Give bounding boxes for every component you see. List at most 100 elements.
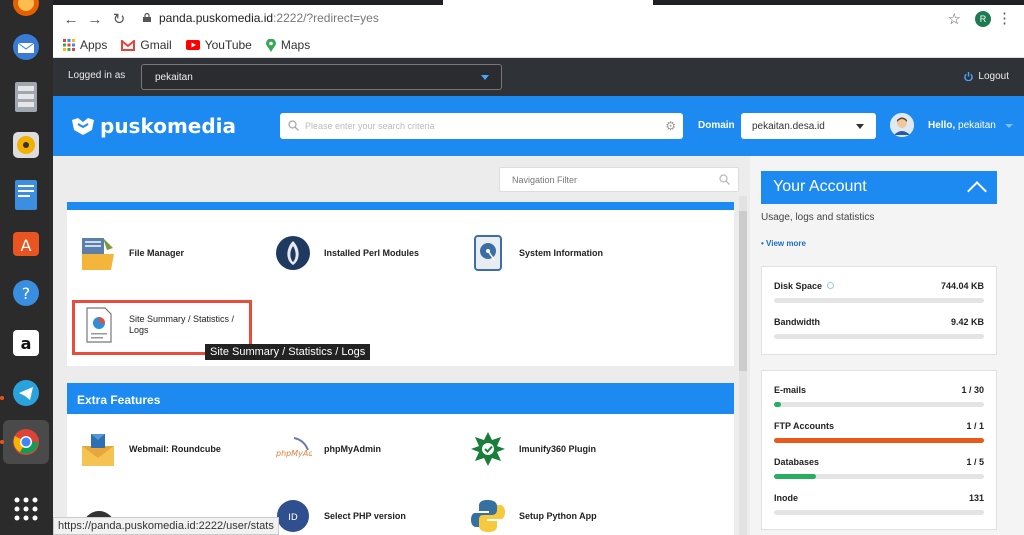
logged-in-label: Logged in as [68,70,126,81]
domain-label: Domain [698,120,735,131]
puskomedia-logo[interactable]: puskomedia [70,114,236,138]
your-account-title: Your Account [773,178,867,195]
navigation-filter-placeholder: Navigation Filter [512,175,578,185]
svg-text:A: A [21,236,32,255]
usage-subtitle: Usage, logs and statistics [761,212,875,223]
bookmark-apps[interactable]: Apps [63,38,107,52]
view-more-link[interactable]: • View more [761,239,806,248]
feature-imunify360-plugin[interactable]: Imunify360 Plugin [469,430,596,468]
ubuntu-dock: A ? a [0,0,53,535]
limits-card: E-mails 1 / 30 FTP Accounts 1 / 1 Database… [761,370,997,530]
progress-bar [774,438,984,443]
account-sidebar: Your Account Usage, logs and statistics … [750,156,1024,535]
your-account-header[interactable]: Your Account [761,171,997,204]
user-select-value: pekaitan [155,72,193,83]
address-bar[interactable]: panda.puskomedia.id:2222/?redirect=yes [159,11,379,25]
feature-select-php-version[interactable]: ID Select PHP version [274,497,406,535]
tooltip: Site Summary / Statistics / Logs [205,344,371,360]
reload-icon[interactable]: ↻ [107,10,131,28]
rhythmbox-icon[interactable] [9,128,43,162]
navigation-filter-input[interactable]: Navigation Filter [499,167,739,192]
user-menu[interactable]: Hello, pekaitan [928,120,1013,131]
user-select[interactable]: pekaitan [141,64,502,90]
hello-greeting: Hello, [928,120,956,131]
panel-header-bar [67,202,734,210]
progress-bar [774,510,984,515]
feature-installed-perl-modules[interactable]: Installed Perl Modules [274,234,419,272]
forward-icon[interactable]: → [83,11,107,28]
chevron-up-icon[interactable] [967,181,987,201]
chevron-down-icon [1004,124,1013,128]
feature-phpmyadmin[interactable]: phpMyAdmin phpMyAdmin [274,430,381,468]
files-icon[interactable] [9,80,43,114]
progress-bar [774,402,984,407]
profile-avatar[interactable]: R [975,11,991,27]
control-panel-header: puskomedia Please enter your search crit… [53,96,1024,156]
chevron-down-icon [481,75,489,80]
stat-emails: E-mails 1 / 30 [774,385,984,407]
bookmark-star-icon[interactable]: ☆ [948,10,961,28]
url-host: panda.puskomedia.id [159,11,274,25]
feature-file-manager[interactable]: File Manager [79,234,184,272]
feature-system-information[interactable]: System Information [469,234,603,272]
logout-button[interactable]: Logout [964,71,1009,82]
loading-spinner-icon [827,282,835,289]
status-bar-url: https://panda.puskomedia.id:2222/user/st… [53,517,279,535]
running-indicator [0,396,4,400]
extra-features-panel: Extra Features Webmail: Roundcube phpMyA… [67,383,734,535]
webmail-envelope-icon [79,430,117,468]
perl-onion-icon [274,234,312,272]
software-center-icon[interactable]: A [9,226,43,260]
domain-select[interactable]: pekaitan.desa.id [741,113,876,139]
stat-disk-space: Disk Space 744.04 KB [774,281,984,303]
amazon-icon[interactable]: a [9,326,43,360]
bookmark-gmail[interactable]: Gmail [121,38,172,52]
chrome-icon[interactable] [3,420,49,464]
feature-webmail-roundcube[interactable]: Webmail: Roundcube [79,430,221,468]
bookmark-maps[interactable]: Maps [265,38,310,52]
progress-bar [774,334,984,339]
search-placeholder: Please enter your search criteria [305,121,435,131]
telegram-icon[interactable] [9,376,43,410]
imunify-shield-icon [469,430,507,468]
progress-fill [774,474,816,479]
stat-ftp-accounts: FTP Accounts 1 / 1 [774,421,984,443]
svg-text:?: ? [22,284,31,303]
extra-features-title: Extra Features [67,383,734,414]
app-grid-icon[interactable] [9,492,43,526]
stat-inode: Inode 131 [774,493,984,515]
stat-databases: Databases 1 / 5 [774,457,984,479]
svg-text:phpMyAdmin: phpMyAdmin [275,449,312,458]
bookmarks-bar: Apps Gmail YouTube Maps [53,33,1024,58]
main-scrollbar[interactable] [739,196,747,535]
progress-bar [774,298,984,303]
progress-fill [774,438,984,443]
gear-icon[interactable]: ⚙ [665,119,676,133]
progress-fill [774,402,781,407]
avatar[interactable] [890,113,914,137]
svg-text:a: a [21,334,32,353]
firefox-icon[interactable] [9,0,43,20]
python-icon [469,497,507,535]
help-icon[interactable]: ? [9,276,43,310]
php-version-icon: ID [274,497,312,535]
gmail-icon [121,39,136,51]
feature-setup-python-app[interactable]: Setup Python App [469,497,597,535]
chevron-down-icon [856,124,864,129]
lock-icon [143,13,151,22]
browser-menu-icon[interactable]: ⋮ [997,9,1012,27]
back-icon[interactable]: ← [59,11,83,28]
main-scrollbar-thumb[interactable] [739,211,747,371]
svg-text:ID: ID [288,513,298,523]
thunderbird-icon[interactable] [9,30,43,64]
logo-mark-icon [72,118,94,135]
writer-icon[interactable] [9,178,43,212]
power-icon [964,72,974,81]
bookmark-youtube[interactable]: YouTube [185,38,252,52]
browser-toolbar: ← → ↻ panda.puskomedia.id:2222/?redirect… [53,5,1024,33]
usage-card: Disk Space 744.04 KB Bandwidth 9.42 KB [761,266,997,355]
running-indicator [0,440,4,444]
file-manager-icon [79,234,117,272]
hello-user: pekaitan [958,120,996,131]
search-input[interactable]: Please enter your search criteria ⚙ [280,113,683,139]
